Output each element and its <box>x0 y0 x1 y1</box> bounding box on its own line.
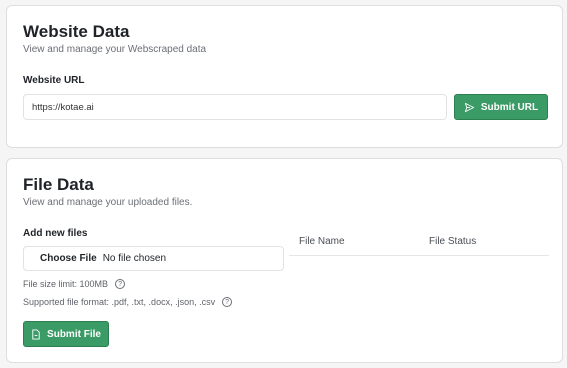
help-icon[interactable]: ? <box>115 279 126 289</box>
help-icon[interactable]: ? <box>222 297 233 307</box>
choose-file-button[interactable]: Choose File <box>40 253 97 264</box>
column-header-file-name: File Name <box>299 236 345 247</box>
website-data-subtitle: View and manage your Webscraped data <box>23 44 207 55</box>
website-url-label: Website URL <box>23 75 85 86</box>
file-icon <box>32 328 40 340</box>
submit-url-label: Submit URL <box>480 101 539 113</box>
website-url-input[interactable] <box>23 94 447 120</box>
file-data-card: File Data View and manage your uploaded … <box>6 158 563 363</box>
submit-url-button[interactable]: Submit URL <box>454 94 548 120</box>
website-data-card: Website Data View and manage your Webscr… <box>6 5 563 148</box>
no-file-chosen-text: No file chosen <box>102 253 167 264</box>
file-picker[interactable]: Choose File No file chosen <box>23 246 284 271</box>
add-files-label: Add new files <box>23 228 88 239</box>
supported-formats-text: Supported file format: .pdf, .txt, .docx… <box>23 297 216 307</box>
website-data-title: Website Data <box>23 22 130 41</box>
submit-file-button[interactable]: Submit File <box>23 321 109 347</box>
file-data-subtitle: View and manage your uploaded files. <box>23 197 193 208</box>
file-size-limit: File size limit: 100MB ? <box>23 279 126 289</box>
file-size-limit-text: File size limit: 100MB <box>23 279 109 289</box>
supported-formats: Supported file format: .pdf, .txt, .docx… <box>23 297 233 307</box>
file-data-title: File Data <box>23 175 94 194</box>
files-table-header: File Name File Status <box>289 236 549 256</box>
submit-file-label: Submit File <box>47 328 101 340</box>
column-header-file-status: File Status <box>429 236 477 247</box>
send-icon <box>464 102 474 112</box>
